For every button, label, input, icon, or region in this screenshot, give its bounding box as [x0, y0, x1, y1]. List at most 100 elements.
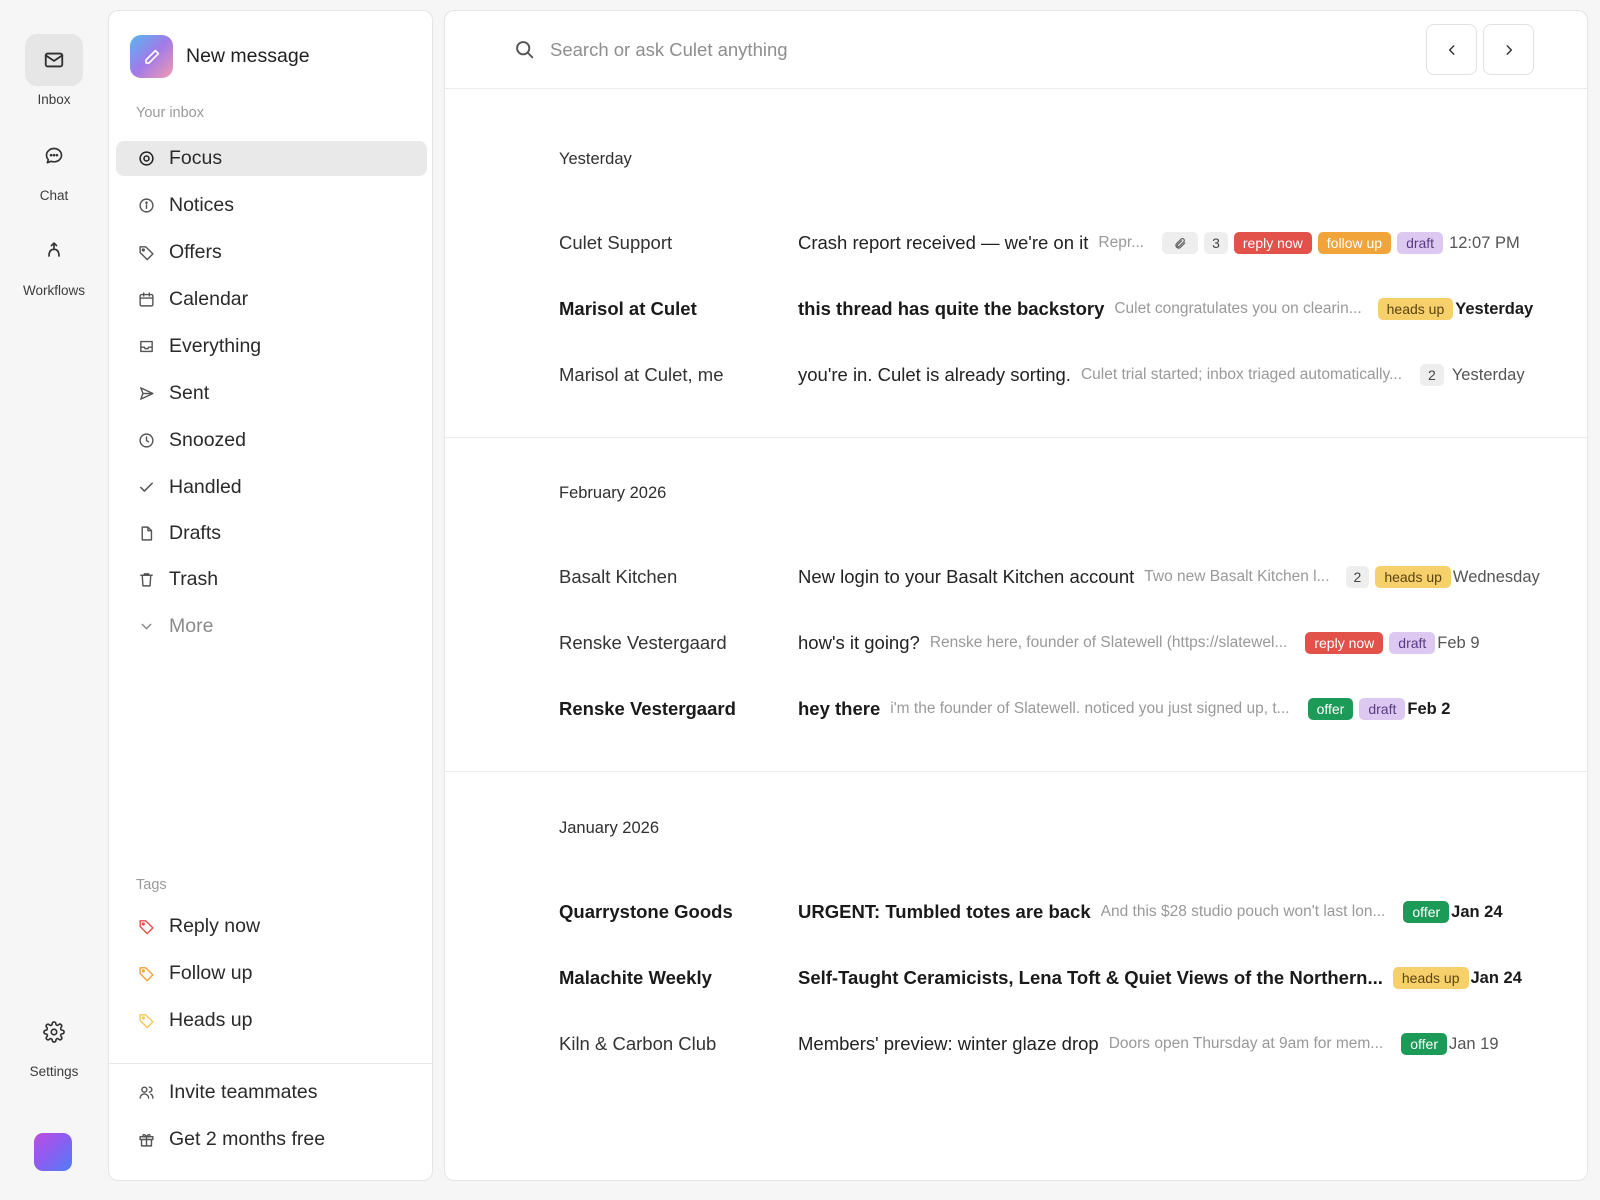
calendar-icon — [137, 291, 155, 309]
sidebar-item-sent[interactable]: Sent — [116, 376, 427, 411]
invite-label: Invite teammates — [169, 1081, 318, 1103]
message-snippet: And this $28 studio pouch won't last lon… — [1100, 903, 1386, 920]
chevron-left-icon — [1445, 43, 1459, 57]
invite-teammates-button[interactable]: Invite teammates — [116, 1075, 427, 1110]
tag-draft: draft — [1397, 232, 1444, 254]
message-time: Feb 9 — [1437, 633, 1480, 652]
rail-workflows-label: Workflows — [22, 283, 85, 298]
new-message-button[interactable]: New message — [130, 35, 310, 78]
tags-section-label: Tags — [136, 877, 167, 893]
search-icon — [514, 39, 535, 60]
message-row[interactable]: Renske Vestergaard how's it going? Rensk… — [545, 617, 1565, 669]
gift-icon — [137, 1131, 155, 1149]
message-sender: Kiln & Carbon Club — [559, 1033, 717, 1054]
sidebar-item-handled[interactable]: Handled — [116, 470, 427, 505]
tag-icon — [137, 1012, 155, 1030]
sidebar-item-more[interactable]: More — [116, 609, 427, 644]
message-subject: this thread has quite the backstory — [798, 298, 1105, 319]
group-divider — [445, 771, 1587, 772]
chevron-right-icon — [1502, 43, 1516, 57]
search-bar — [445, 11, 1587, 89]
sidebar-item-notices[interactable]: Notices — [116, 188, 427, 223]
message-row[interactable]: Malachite Weekly Self-Taught Ceramicists… — [545, 952, 1565, 1004]
tag-icon — [137, 244, 155, 262]
sidebar-item-label: Snoozed — [169, 429, 246, 451]
next-button[interactable] — [1483, 24, 1534, 75]
tag-item-label: Reply now — [169, 915, 261, 937]
tag-heads-up: heads up — [1377, 298, 1454, 320]
message-time: Jan 24 — [1470, 968, 1522, 987]
message-sender: Culet Support — [559, 232, 673, 253]
group-divider — [445, 437, 1587, 438]
new-message-label: New message — [186, 45, 310, 67]
rail-workflows[interactable]: Workflows — [0, 225, 108, 298]
message-sender: Basalt Kitchen — [559, 566, 678, 587]
pencil-icon — [130, 35, 173, 78]
message-row[interactable]: Marisol at Culet this thread has quite t… — [545, 283, 1565, 335]
tag-item-follow-up[interactable]: Follow up — [116, 956, 427, 991]
message-subject: Members' preview: winter glaze drop — [798, 1033, 1099, 1054]
app-rail: Inbox Chat Workflows Settings — [0, 0, 108, 1200]
thread-count-badge: 2 — [1345, 566, 1370, 588]
tag-heads-up: heads up — [1375, 566, 1451, 588]
clock-icon — [137, 432, 155, 450]
target-icon — [137, 150, 155, 168]
sidebar-item-drafts[interactable]: Drafts — [116, 516, 427, 551]
chevron-down-icon — [137, 618, 155, 636]
sidebar-item-offers[interactable]: Offers — [116, 235, 427, 270]
tag-draft: draft — [1359, 698, 1406, 720]
sidebar-item-snoozed[interactable]: Snoozed — [116, 423, 427, 458]
message-row[interactable]: Renske Vestergaard hey there i'm the fou… — [545, 683, 1565, 735]
sidebar-item-label: Handled — [169, 476, 242, 498]
tag-offer: offer — [1307, 698, 1354, 720]
previous-button[interactable] — [1426, 24, 1477, 75]
message-snippet: i'm the founder of Slatewell. noticed yo… — [890, 700, 1290, 717]
sidebar-item-calendar[interactable]: Calendar — [116, 282, 427, 317]
rail-inbox[interactable]: Inbox — [0, 34, 108, 107]
message-time: Feb 2 — [1407, 699, 1451, 718]
tag-item-reply-now[interactable]: Reply now — [116, 909, 427, 944]
message-sender: Malachite Weekly — [559, 967, 712, 988]
message-subject: hey there — [798, 698, 881, 719]
tag-icon — [137, 918, 155, 936]
search-input[interactable] — [550, 35, 1250, 65]
message-subject: Self-Taught Ceramicists, Lena Toft & Qui… — [798, 967, 1383, 988]
avatar[interactable] — [34, 1133, 72, 1171]
sidebar-item-focus[interactable]: Focus — [116, 141, 427, 176]
send-icon — [137, 385, 155, 403]
message-sender: Marisol at Culet — [559, 298, 697, 319]
message-sender: Renske Vestergaard — [559, 698, 736, 719]
gear-icon — [25, 1006, 83, 1058]
message-snippet: Renske here, founder of Slatewell (https… — [929, 634, 1288, 651]
message-time: Yesterday — [1451, 365, 1525, 384]
sidebar-item-label: Focus — [169, 147, 223, 169]
rail-chat[interactable]: Chat — [0, 130, 108, 203]
message-row[interactable]: Culet Support Crash report received — we… — [545, 217, 1565, 269]
group-label: February 2026 — [559, 484, 667, 502]
message-subject: how's it going? — [798, 632, 920, 653]
message-time: Jan 19 — [1448, 1034, 1499, 1053]
message-time: Jan 24 — [1451, 902, 1503, 921]
message-row[interactable]: Basalt Kitchen New login to your Basalt … — [545, 551, 1565, 603]
sidebar-item-everything[interactable]: Everything — [116, 329, 427, 364]
mail-icon — [25, 34, 83, 86]
sidebar-item-label: Everything — [169, 335, 262, 357]
tag-reply-now: reply now — [1305, 632, 1384, 654]
sidebar-item-trash[interactable]: Trash — [116, 562, 427, 597]
message-row[interactable]: Quarrystone Goods URGENT: Tumbled totes … — [545, 886, 1565, 938]
message-snippet: Culet trial started; inbox triaged autom… — [1080, 366, 1403, 383]
message-row[interactable]: Kiln & Carbon Club Members' preview: win… — [545, 1018, 1565, 1070]
check-icon — [137, 479, 155, 497]
tag-item-label: Heads up — [169, 1009, 253, 1031]
group-label: Yesterday — [559, 150, 632, 168]
get-months-free-button[interactable]: Get 2 months free — [116, 1122, 427, 1157]
sidebar-item-label: Offers — [169, 241, 222, 263]
message-snippet: Two new Basalt Kitchen l... — [1144, 568, 1330, 585]
rail-settings[interactable]: Settings — [0, 1006, 108, 1079]
mail-sidebar: New message Your inbox Focus Notices Off… — [108, 10, 433, 1181]
rail-chat-label: Chat — [39, 188, 69, 203]
tag-item-heads-up[interactable]: Heads up — [116, 1003, 427, 1038]
message-row[interactable]: Marisol at Culet, me you're in. Culet is… — [545, 349, 1565, 401]
tag-reply-now: reply now — [1233, 232, 1312, 254]
tag-follow-up: follow up — [1317, 232, 1392, 254]
